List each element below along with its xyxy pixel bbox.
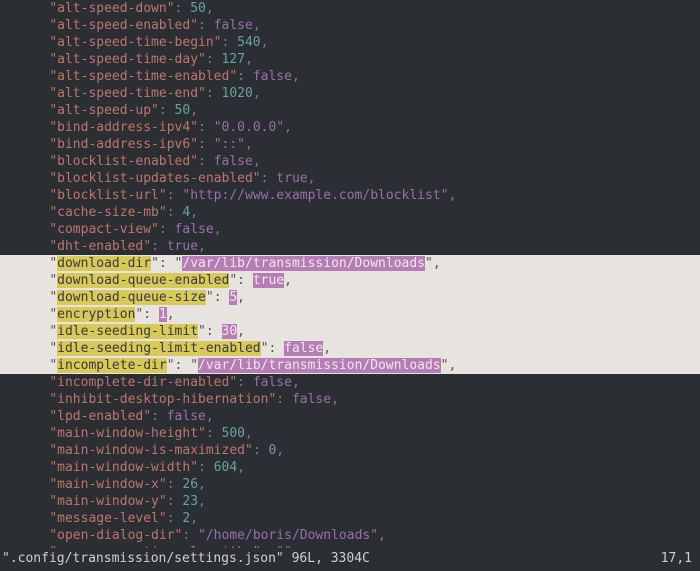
config-line: "lpd-enabled": false, — [18, 408, 700, 425]
config-line: "dht-enabled": true, — [18, 238, 700, 255]
config-line: "main-window-y": 23, — [18, 493, 700, 510]
config-line: "blocklist-url": "http://www.example.com… — [18, 187, 700, 204]
config-line: "main-window-width": 604, — [18, 459, 700, 476]
status-bar: ".config/transmission/settings.json" 96L… — [0, 548, 700, 571]
config-line: "blocklist-updates-enabled": true, — [18, 170, 700, 187]
config-line: "download-dir": "/var/lib/transmission/D… — [0, 255, 700, 272]
config-line: "download-queue-enabled": true, — [0, 272, 700, 289]
config-line: "alt-speed-time-day": 127, — [18, 51, 700, 68]
config-line: "main-window-height": 500, — [18, 425, 700, 442]
config-line: "bind-address-ipv6": "::", — [18, 136, 700, 153]
config-line: "alt-speed-down": 50, — [18, 0, 700, 17]
config-line: "alt-speed-enabled": false, — [18, 17, 700, 34]
config-line: "idle-seeding-limit": 30, — [0, 323, 700, 340]
config-line: "blocklist-enabled": false, — [18, 153, 700, 170]
config-line: "encryption": 1, — [0, 306, 700, 323]
config-line: "alt-speed-time-end": 1020, — [18, 85, 700, 102]
config-line: "open-dialog-dir": "/home/boris/Download… — [18, 527, 700, 544]
config-line: "incomplete-dir": "/var/lib/transmission… — [0, 357, 700, 374]
config-line: "download-queue-size": 5, — [0, 289, 700, 306]
editor-viewport[interactable]: "alt-speed-down": 50, "alt-speed-enabled… — [0, 0, 700, 561]
config-line: "idle-seeding-limit-enabled": false, — [0, 340, 700, 357]
config-line: "alt-speed-up": 50, — [18, 102, 700, 119]
status-file-info: ".config/transmission/settings.json" 96L… — [2, 550, 370, 567]
config-line: "main-window-x": 26, — [18, 476, 700, 493]
config-line: "message-level": 2, — [18, 510, 700, 527]
config-line: "alt-speed-time-enabled": false, — [18, 68, 700, 85]
config-line: "bind-address-ipv4": "0.0.0.0", — [18, 119, 700, 136]
config-line: "compact-view": false, — [18, 221, 700, 238]
config-line: "main-window-is-maximized": 0, — [18, 442, 700, 459]
config-line: "alt-speed-time-begin": 540, — [18, 34, 700, 51]
config-line: "inhibit-desktop-hibernation": false, — [18, 391, 700, 408]
config-line: "incomplete-dir-enabled": false, — [18, 374, 700, 391]
status-cursor-pos: 17,1 — [661, 550, 692, 567]
config-line: "cache-size-mb": 4, — [18, 204, 700, 221]
